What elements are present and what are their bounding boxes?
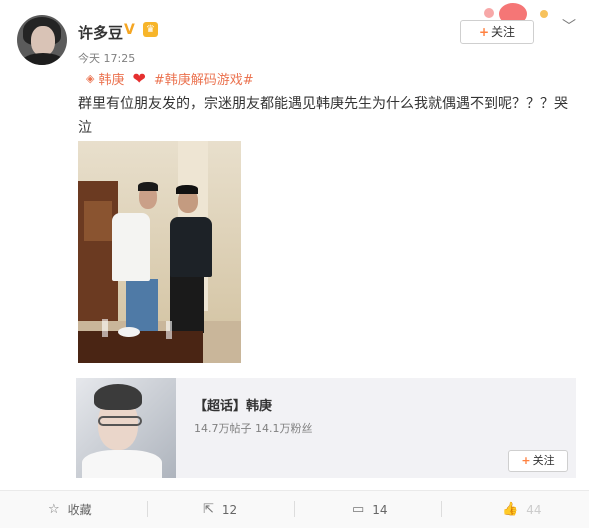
photo-person-left xyxy=(126,279,158,331)
balloon-decoration xyxy=(484,8,494,18)
action-bar: ☆ 收藏 ⇱ 12 ▭ 14 👍 44 xyxy=(0,490,589,528)
post-tags: ◈ 韩庚 ❤ #韩庚解码游戏# xyxy=(86,69,254,88)
photo-plate xyxy=(118,327,140,337)
plus-icon: + xyxy=(478,25,490,39)
comment-count: 14 xyxy=(372,502,388,517)
supertopic-follow-label: 关注 xyxy=(532,454,555,467)
supertopic-image-collar xyxy=(82,450,162,478)
username[interactable]: 许多豆 xyxy=(78,22,123,43)
photo-person-left xyxy=(112,213,150,281)
chevron-down-icon[interactable]: ﹀ xyxy=(562,16,576,36)
post-time[interactable]: 今天 17:25 xyxy=(78,50,135,66)
comment-icon: ▭ xyxy=(352,502,365,517)
photo-person-right xyxy=(176,185,198,194)
photo-person-right xyxy=(170,217,212,277)
vip-icon: ♛ xyxy=(143,22,158,37)
heart-icon: ❤ xyxy=(132,69,146,88)
photo-glass xyxy=(166,321,172,339)
like-button[interactable]: 👍 44 xyxy=(502,491,541,528)
repost-button[interactable]: ⇱ 12 xyxy=(203,491,237,528)
divider xyxy=(441,501,442,517)
supertopic-posts: 14.7万帖子 xyxy=(194,422,252,435)
like-count: 44 xyxy=(526,502,542,517)
repost-count: 12 xyxy=(221,502,238,517)
tag-link[interactable]: 韩庚 xyxy=(98,69,124,88)
supertopic-follow-button[interactable]: + 关注 xyxy=(508,450,568,472)
star-icon: ☆ xyxy=(48,502,60,517)
verified-icon: V xyxy=(124,22,135,38)
balloon-decoration xyxy=(540,10,548,18)
plus-icon: + xyxy=(521,454,531,467)
photo-person-left xyxy=(138,182,158,191)
avatar-face xyxy=(31,26,55,56)
topic-link[interactable]: #韩庚解码游戏# xyxy=(154,69,254,88)
supertopic-fans: 14.1万粉丝 xyxy=(255,422,313,435)
supertopic-icon: ◈ xyxy=(86,72,95,85)
photo-table xyxy=(78,331,203,363)
divider xyxy=(294,501,295,517)
supertopic-image[interactable] xyxy=(76,378,176,478)
photo-cabinet-panel xyxy=(84,201,112,241)
photo-person-right xyxy=(170,275,204,333)
supertopic-image-hair xyxy=(94,384,142,410)
avatar-shoulder xyxy=(21,53,65,65)
post-photo[interactable] xyxy=(78,141,241,363)
supertopic-image-glasses xyxy=(98,416,142,426)
avatar[interactable] xyxy=(17,15,67,65)
divider xyxy=(147,501,148,517)
supertopic-title[interactable]: 【超话】韩庚 xyxy=(194,395,272,414)
follow-label: 关注 xyxy=(491,25,516,39)
follow-button[interactable]: + 关注 xyxy=(460,20,534,44)
supertopic-card[interactable]: 【超话】韩庚 14.7万帖子 14.1万粉丝 + 关注 xyxy=(76,378,576,478)
supertopic-stats: 14.7万帖子 14.1万粉丝 xyxy=(194,420,313,436)
favorite-button[interactable]: ☆ 收藏 xyxy=(48,491,92,528)
favorite-label: 收藏 xyxy=(67,503,92,517)
weibo-post-card: 许多豆 V ♛ 今天 17:25 + 关注 ﹀ ◈ 韩庚 ❤ #韩庚解码游戏# 群… xyxy=(0,0,589,528)
like-icon: 👍 xyxy=(502,502,519,517)
post-body-text: 群里有位朋友发的，宗迷朋友都能遇见韩庚先生为什么我就偶遇不到呢？？？哭泣 xyxy=(78,96,568,136)
photo-glass xyxy=(102,319,108,337)
repost-icon: ⇱ xyxy=(203,502,214,517)
comment-button[interactable]: ▭ 14 xyxy=(352,491,388,528)
